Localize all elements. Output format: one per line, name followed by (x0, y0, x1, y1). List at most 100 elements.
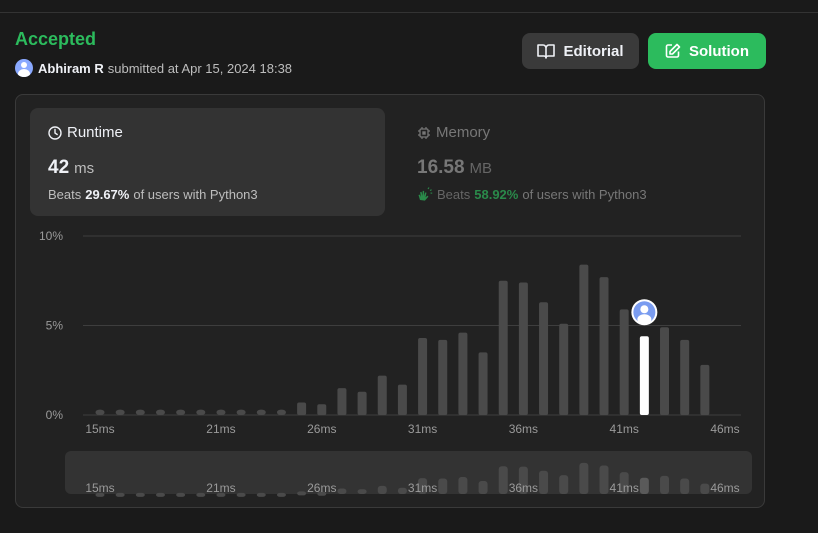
runtime-beats-suffix: of users with Python3 (133, 187, 258, 202)
chart-bar (518, 282, 528, 415)
chart-bar (619, 309, 629, 415)
overview-bar (579, 462, 589, 494)
editorial-button[interactable]: Editorial (522, 33, 639, 69)
overview-bar (276, 492, 286, 497)
submission-status: Accepted (15, 29, 97, 49)
chart-bar (680, 339, 690, 415)
user-avatar[interactable] (15, 59, 33, 77)
overview-bar (639, 477, 649, 494)
runtime-beats-pct: 29.67% (85, 187, 130, 202)
memory-beats: Beats 58.92% of users with Python3 (417, 187, 736, 202)
overview-bar (599, 465, 609, 494)
chart-bar (599, 277, 609, 415)
top-divider (0, 12, 818, 13)
chart-bar (418, 338, 428, 415)
overview-tick-label: 15ms (85, 481, 114, 495)
chart-bar (397, 384, 407, 415)
memory-title: Memory (436, 124, 491, 141)
runtime-beats-prefix: Beats (48, 187, 82, 202)
overview-tick-label: 36ms (509, 481, 538, 495)
runtime-card[interactable]: Runtime 42 ms Beats 29.67% of users with … (30, 108, 385, 216)
chart-bar (498, 280, 508, 415)
edit-icon (665, 43, 681, 58)
clock-icon (48, 125, 62, 140)
overview-tick-label: 41ms (610, 481, 639, 495)
x-tick-label: 46ms (710, 422, 739, 436)
overview-bar (337, 488, 347, 494)
overview-bar (357, 489, 367, 494)
memory-beats-suffix: of users with Python3 (522, 187, 647, 202)
x-tick-label: 36ms (509, 422, 538, 436)
editorial-label: Editorial (563, 42, 624, 60)
chart-bar (539, 302, 549, 415)
submitted-text: submitted at Apr 15, 2024 18:38 (107, 60, 293, 76)
runtime-value-row: 42 ms (48, 157, 367, 179)
y-tick-label: 10% (39, 229, 63, 243)
overview-bar (176, 492, 186, 497)
overview-bar (660, 475, 670, 494)
chart-bar (236, 409, 246, 415)
chart-bar (579, 264, 589, 415)
x-tick-label: 41ms (610, 422, 639, 436)
runtime-value: 42 (48, 157, 70, 178)
overview-bar (155, 492, 165, 497)
overview-bar (196, 492, 206, 497)
overview-bar (700, 483, 710, 494)
submission-meta: Abhiram R submitted at Apr 15, 2024 18:3… (15, 59, 292, 77)
chart-bar (276, 409, 286, 415)
memory-value: 16.58 (417, 157, 465, 178)
overview-bar (478, 481, 488, 494)
book-icon (537, 44, 556, 59)
overview-bar (115, 492, 125, 497)
overview-bar (438, 478, 448, 494)
overview-tick-label: 26ms (307, 481, 336, 495)
chart-bar (256, 409, 266, 415)
chart-bar (317, 404, 327, 415)
chart-bar (115, 409, 125, 415)
chart-bar (196, 409, 206, 415)
chart-bar (438, 339, 448, 415)
y-tick-label: 0% (46, 408, 64, 422)
solution-button[interactable]: Solution (648, 33, 766, 69)
chart-bar (357, 391, 367, 415)
x-tick-label: 21ms (206, 422, 235, 436)
chart-bar (176, 409, 186, 415)
result-panel: Runtime 42 ms Beats 29.67% of users with … (15, 94, 765, 508)
chart-bar (559, 323, 569, 415)
overview-bar (539, 470, 549, 494)
runtime-beats: Beats 29.67% of users with Python3 (48, 187, 367, 202)
overview-bar (498, 466, 508, 494)
clap-icon (418, 187, 433, 201)
chart-bar (660, 327, 670, 415)
runtime-title: Runtime (67, 124, 123, 141)
overview-tick-label: 31ms (408, 481, 437, 495)
avatar-body (637, 314, 652, 325)
user-name[interactable]: Abhiram R (38, 61, 104, 76)
chart-bar (216, 409, 226, 415)
overview-bar (377, 485, 387, 494)
chip-icon (418, 126, 430, 139)
chart-bar (478, 352, 488, 415)
runtime-distribution-chart[interactable]: 10% 5% 0% 15ms 21ms 26ms 31ms 36ms 41ms 46ms 15ms 2… (16, 223, 764, 533)
memory-value-row: 16.58 MB (417, 157, 736, 179)
chart-bar (337, 388, 347, 415)
x-tick-label: 26ms (307, 422, 336, 436)
overview-bar (297, 491, 307, 496)
memory-beats-prefix: Beats (437, 187, 471, 202)
chart-bar (155, 409, 165, 415)
avatar-head (640, 305, 649, 314)
overview-bar (680, 478, 690, 494)
x-tick-label: 15ms (85, 422, 114, 436)
overview-bar (256, 492, 266, 497)
overview-tick-label: 46ms (710, 481, 739, 495)
x-tick-label: 31ms (408, 422, 437, 436)
overview-bar (135, 492, 145, 497)
chart-bar (135, 409, 145, 415)
memory-card[interactable]: Memory 16.58 MB Beats 58.92% of users wit… (399, 108, 754, 216)
overview-tick-label: 21ms (206, 481, 235, 495)
user-avatar-marker (631, 299, 658, 326)
highlight-bar (639, 336, 649, 415)
chart-bar (297, 402, 307, 415)
chart-bar (377, 375, 387, 415)
chart-bar (700, 364, 710, 415)
